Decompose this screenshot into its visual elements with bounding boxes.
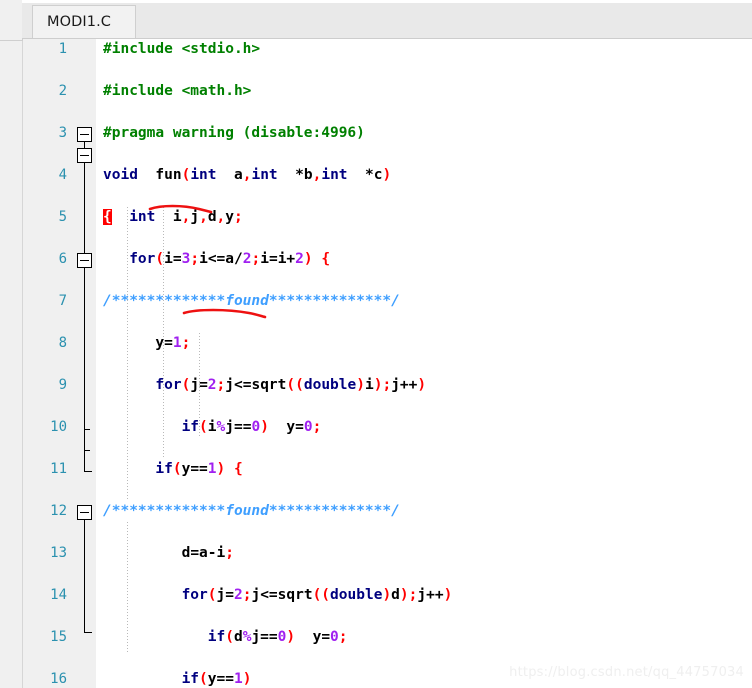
- line-source: #include <stdio.h>: [103, 41, 261, 57]
- editor-tab-strip: MODI1.C: [22, 0, 752, 39]
- line-source: for(i=3;i<=a/2;i=i+2) {: [129, 251, 331, 267]
- code-row[interactable]: 9 for(j=2;j<=sqrt((double)i);j++): [23, 375, 752, 396]
- line-number: 6: [58, 251, 67, 267]
- found-comment: /*************found**************/: [103, 503, 400, 519]
- code-row[interactable]: 6 for(i=3;i<=a/2;i=i+2) {: [23, 249, 752, 270]
- code-row[interactable]: 12 /*************found**************/: [23, 501, 752, 522]
- line-number: 2: [58, 83, 67, 99]
- code-row[interactable]: 8 y=1;: [23, 333, 752, 354]
- line-number: 3: [58, 125, 67, 141]
- line-source: void fun(int a,int *b,int *c): [103, 167, 392, 183]
- line-number: 15: [50, 629, 67, 645]
- line-number: 11: [50, 461, 67, 477]
- tab-modi1-c[interactable]: MODI1.C: [32, 5, 136, 38]
- watermark-text: https://blog.csdn.net/qq_44757034: [509, 665, 744, 680]
- left-dock-rail: [0, 0, 23, 688]
- code-row[interactable]: 15 if(d%j==0) y=0;: [23, 627, 752, 648]
- found-comment: /*************found**************/: [103, 293, 400, 309]
- line-number: 7: [58, 293, 67, 309]
- line-source: y=1;: [155, 335, 191, 351]
- code-row[interactable]: 2 #include <math.h>: [23, 81, 752, 102]
- code-row[interactable]: 10 if(i%j==0) y=0;: [23, 417, 752, 438]
- line-number: 12: [50, 503, 67, 519]
- code-row[interactable]: 3 #pragma warning (disable:4996): [23, 123, 752, 144]
- line-source: if(i%j==0) y=0;: [181, 419, 322, 435]
- code-row[interactable]: 11 if(y==1) {: [23, 459, 752, 480]
- line-source: { int i,j,d,y;: [103, 209, 243, 225]
- line-number: 8: [58, 335, 67, 351]
- line-source: for(j=2;j<=sqrt((double)d);j++): [181, 587, 453, 603]
- line-source: if(y==1): [181, 671, 252, 687]
- line-number: 13: [50, 545, 67, 561]
- editor-surface[interactable]: 1 #include <stdio.h> 2 #include <math.h>…: [23, 39, 752, 688]
- line-number: 5: [58, 209, 67, 225]
- code-row[interactable]: 7 /*************found**************/: [23, 291, 752, 312]
- line-number: 1: [58, 41, 67, 57]
- line-source: /*************found**************/: [103, 501, 400, 522]
- matched-brace-open: {: [103, 209, 112, 225]
- line-number: 16: [50, 671, 67, 687]
- code-row[interactable]: 13 d=a-i;: [23, 543, 752, 564]
- line-source: d=a-i;: [181, 545, 234, 561]
- line-number: 9: [58, 377, 67, 393]
- code-row[interactable]: 14 for(j=2;j<=sqrt((double)d);j++): [23, 585, 752, 606]
- code-editor-window: MODI1.C 1 #include <stdio.h> 2 #include …: [0, 0, 752, 688]
- line-number: 4: [58, 167, 67, 183]
- tab-label: MODI1.C: [47, 14, 112, 30]
- left-dock-notch: [0, 0, 23, 41]
- line-number: 14: [50, 587, 67, 603]
- line-source: #pragma warning (disable:4996): [103, 125, 365, 141]
- code-row[interactable]: 5 { int i,j,d,y;: [23, 207, 752, 228]
- code-lines: 1 #include <stdio.h> 2 #include <math.h>…: [23, 39, 752, 688]
- line-source: if(d%j==0) y=0;: [207, 629, 348, 645]
- code-row[interactable]: 4 void fun(int a,int *b,int *c): [23, 165, 752, 186]
- line-source: for(j=2;j<=sqrt((double)i);j++): [155, 377, 427, 393]
- line-source: if(y==1) {: [155, 461, 243, 477]
- line-source: #include <math.h>: [103, 83, 252, 99]
- code-row[interactable]: 1 #include <stdio.h>: [23, 39, 752, 60]
- line-number: 10: [50, 419, 67, 435]
- line-source: /*************found**************/: [103, 291, 400, 312]
